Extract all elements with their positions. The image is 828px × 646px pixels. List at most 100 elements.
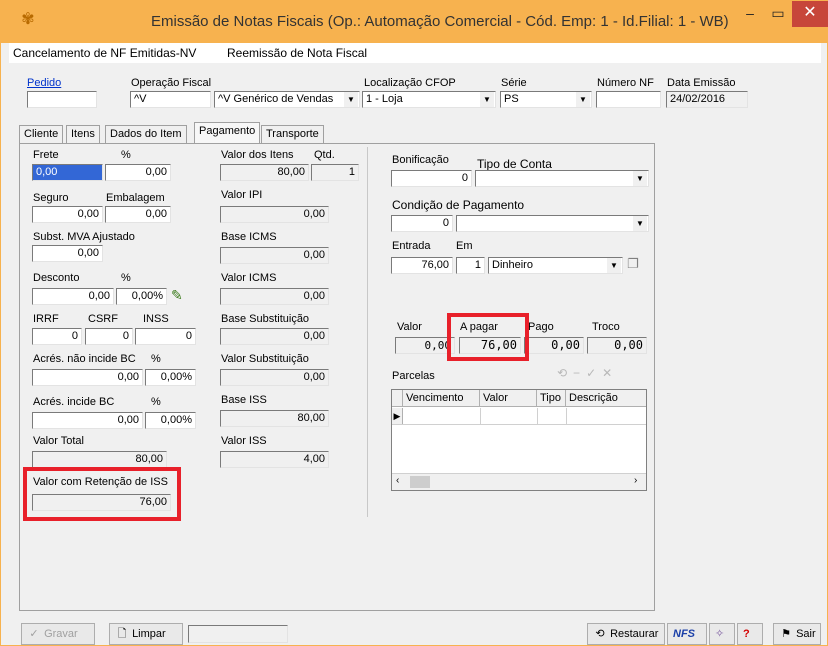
chevron-down-icon[interactable]: ▼	[576, 92, 590, 107]
document-icon[interactable]: ❐	[627, 256, 643, 274]
acres-nao-input[interactable]: 0,00	[32, 369, 143, 386]
base-sub-field: 0,00	[220, 328, 329, 345]
desconto-pct-input[interactable]: 0,00%	[116, 288, 167, 305]
exit-door-icon: ⚑	[781, 628, 791, 640]
base-icms-field: 0,00	[220, 247, 329, 264]
condicao-input[interactable]: 0	[391, 215, 453, 232]
numero-label: Número NF	[597, 77, 654, 89]
desconto-label: Desconto	[33, 272, 80, 284]
grid-col-vencimento[interactable]: Vencimento	[403, 390, 480, 407]
menu-reemissao[interactable]: Reemissão de Nota Fiscal	[227, 46, 367, 60]
menu-cancelamento[interactable]: Cancelamento de NF Emitidas-NV	[13, 46, 196, 60]
pago-field: 0,00	[524, 337, 584, 354]
itens-label: Valor dos Itens	[221, 149, 294, 161]
restore-icon: ⟲	[595, 628, 605, 640]
operacao-select-value: ^V Genérico de Vendas	[218, 93, 334, 105]
subst-input[interactable]: 0,00	[32, 245, 103, 262]
chevron-down-icon[interactable]: ▼	[480, 92, 494, 107]
tools-button[interactable]: ✧	[709, 623, 735, 645]
grid-col-descricao[interactable]: Descrição	[566, 390, 646, 407]
limpar-button[interactable]: 🗋 Limpar	[109, 623, 183, 645]
tab-cliente[interactable]: Cliente	[19, 125, 64, 143]
seguro-input[interactable]: 0,00	[32, 206, 103, 223]
base-iss-field: 80,00	[220, 410, 329, 427]
calculator-icon[interactable]: ✎	[171, 287, 189, 305]
chevron-down-icon[interactable]: ▼	[633, 216, 647, 231]
retencao-field: 76,00	[32, 494, 171, 511]
tab-itens[interactable]: Itens	[66, 125, 100, 143]
ipi-field: 0,00	[220, 206, 329, 223]
acres-inc-input[interactable]: 0,00	[32, 412, 143, 429]
title-bar[interactable]: ✾ Emissão de Notas Fiscais (Op.: Automaç…	[1, 1, 828, 43]
chevron-down-icon[interactable]: ▼	[344, 92, 358, 107]
base-iss-label: Base ISS	[221, 394, 267, 406]
operacao-select[interactable]: ^V Genérico de Vendas	[214, 91, 360, 108]
tab-transporte[interactable]: Transporte	[261, 125, 324, 143]
frete-label: Frete	[33, 149, 59, 161]
entrada-input[interactable]: 76,00	[391, 257, 453, 274]
limpar-label: Limpar	[132, 628, 166, 640]
wand-icon: ✧	[715, 628, 725, 640]
localizacao-select[interactable]: 1 - Loja	[362, 91, 496, 108]
minimize-button[interactable]: –	[736, 1, 764, 27]
desconto-input[interactable]: 0,00	[32, 288, 114, 305]
grid-col-valor[interactable]: Valor	[480, 390, 537, 407]
csrf-label: CSRF	[88, 313, 118, 325]
csrf-input[interactable]: 0	[85, 328, 133, 345]
scroll-right-icon[interactable]: ›	[634, 475, 637, 486]
acres-inc-label: Acrés. incide BC	[33, 396, 115, 408]
chevron-down-icon[interactable]: ▼	[633, 171, 647, 186]
pedido-input[interactable]	[27, 91, 97, 108]
window-title: Emissão de Notas Fiscais (Op.: Automação…	[151, 13, 729, 30]
operacao-label: Operação Fiscal	[131, 77, 212, 89]
gravar-button[interactable]: ✓ Gravar	[21, 623, 95, 645]
restaurar-button[interactable]: ⟲ Restaurar	[587, 623, 665, 645]
irrf-label: IRRF	[33, 313, 59, 325]
grid-col-tipo[interactable]: Tipo	[537, 390, 566, 407]
table-row[interactable]: ▶	[392, 408, 646, 425]
grid-nav-icons[interactable]: ⟲−✓✕	[557, 366, 647, 380]
data-label: Data Emissão	[667, 77, 736, 89]
retencao-label: Valor com Retenção de ISS	[33, 476, 168, 488]
troco-label: Troco	[592, 321, 620, 333]
chevron-down-icon[interactable]: ▼	[607, 258, 621, 273]
maximize-button[interactable]: ▭	[764, 1, 792, 27]
parcelas-label: Parcelas	[392, 370, 435, 382]
horizontal-scrollbar[interactable]: ‹ ›	[392, 473, 646, 490]
numero-input[interactable]	[596, 91, 661, 108]
scroll-left-icon[interactable]: ‹	[396, 475, 399, 486]
gravar-label: Gravar	[44, 628, 78, 640]
acres-nao-pct-label: %	[151, 353, 161, 365]
sair-button[interactable]: ⚑ Sair	[773, 623, 821, 645]
help-button[interactable]: ?	[737, 623, 763, 645]
operacao-code-input[interactable]: ^V	[130, 91, 211, 108]
close-button[interactable]: ✕	[792, 1, 828, 27]
irrf-input[interactable]: 0	[32, 328, 82, 345]
acres-nao-pct-input[interactable]: 0,00%	[145, 369, 196, 386]
bonificacao-input[interactable]: 0	[391, 170, 472, 187]
inss-input[interactable]: 0	[135, 328, 196, 345]
restaurar-label: Restaurar	[610, 628, 659, 640]
acres-inc-pct-input[interactable]: 0,00%	[145, 412, 196, 429]
tab-dados-item[interactable]: Dados do Item	[105, 125, 187, 143]
highlight-apagar	[447, 313, 529, 361]
icms-label: Valor ICMS	[221, 272, 277, 284]
qtd-label: Qtd.	[314, 149, 335, 161]
pedido-link[interactable]: Pedido	[27, 77, 61, 89]
parcelas-grid[interactable]: Vencimento Valor Tipo Descrição ▶ ‹ ›	[391, 389, 647, 491]
forma-select[interactable]: Dinheiro	[488, 257, 623, 274]
scroll-thumb[interactable]	[410, 476, 430, 488]
embalagem-input[interactable]: 0,00	[105, 206, 171, 223]
itens-field: 80,00	[220, 164, 309, 181]
row-pointer-icon: ▶	[392, 408, 403, 424]
em-input[interactable]: 1	[456, 257, 485, 274]
nfse-label: NFS	[673, 628, 695, 640]
grid-row-indicator-header	[392, 390, 403, 407]
frete-input[interactable]: 0,00	[32, 164, 103, 181]
tab-pagamento[interactable]: Pagamento	[194, 122, 261, 143]
localizacao-label: Localização CFOP	[364, 77, 456, 89]
nfse-button[interactable]: NFS	[667, 623, 707, 645]
tipo-conta-select[interactable]	[475, 170, 649, 187]
condicao-select[interactable]	[456, 215, 649, 232]
frete-pct-input[interactable]: 0,00	[105, 164, 171, 181]
